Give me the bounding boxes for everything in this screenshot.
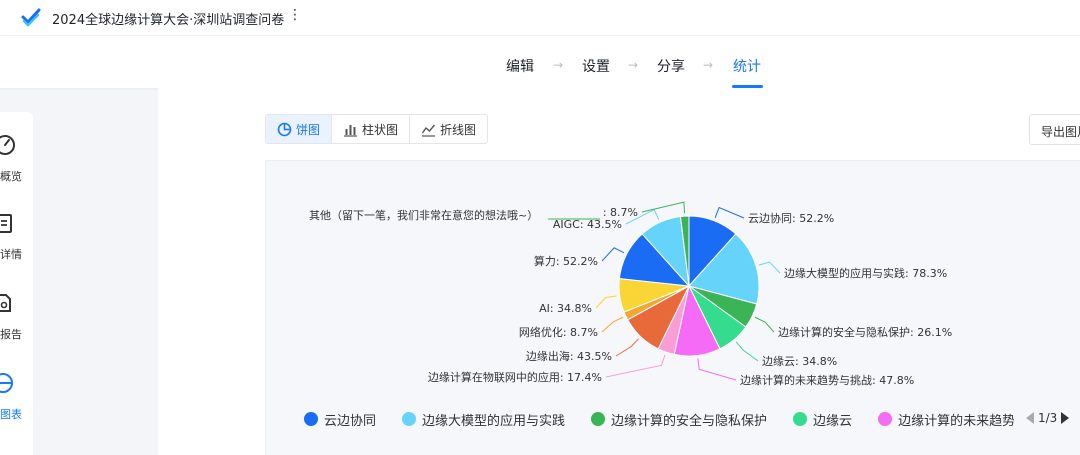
legend-label: 边缘计算的未来趋势与挑战	[898, 413, 1014, 429]
legend-item[interactable]: 边缘计算的未来趋势与挑战	[878, 409, 1014, 429]
pie-data-label: 网络优化: 8.7%	[519, 325, 598, 339]
line-chart-icon	[421, 124, 436, 137]
tab-label: 饼图	[296, 122, 321, 137]
pie-leader-line	[595, 295, 617, 309]
arrow-right-icon: →	[553, 58, 564, 72]
legend-label: 边缘大模型的应用与实践	[422, 413, 566, 429]
legend-marker	[878, 412, 893, 426]
sidebar-item-label: 报告	[0, 328, 22, 341]
legend-item[interactable]: 边缘计算的安全与隐私保护	[591, 409, 767, 429]
pie-data-label: AIGC: 43.5%	[553, 218, 622, 231]
legend-pager: 1/3	[1026, 411, 1070, 425]
pie-data-label: 边缘计算的未来趋势与挑战: 47.8%	[740, 373, 914, 387]
app-header: 2024全球边缘计算大会·深圳站调查问卷 ⋮	[0, 0, 1080, 36]
pie-leader-line	[758, 261, 781, 274]
sidebar: 概览 详情 报告 图表	[0, 112, 33, 455]
arrow-right-icon: →	[628, 58, 639, 72]
legend-label: 云边协同	[324, 413, 377, 429]
pie-data-label: 边缘计算在物联网中的应用: 17.4%	[428, 370, 602, 384]
tab-label: 折线图	[440, 122, 477, 137]
tab-label: 柱状图	[362, 122, 399, 137]
legend-next-icon[interactable]	[1061, 412, 1070, 424]
step-nav: 编辑 → 设置 → 分享 → 统计	[0, 36, 1080, 88]
legend-marker	[591, 412, 606, 426]
bar-chart-icon	[344, 124, 358, 137]
chart-type-switch: 饼图 柱状图 折线图	[265, 114, 489, 144]
sidebar-item-details[interactable]: 详情	[0, 212, 33, 264]
chart-icon	[0, 373, 13, 393]
pie-leader-line	[641, 201, 686, 214]
legend-item[interactable]: 边缘云	[793, 409, 852, 429]
legend-marker	[402, 412, 417, 426]
pie-data-label: 边缘大模型的应用与实践: 78.3%	[784, 266, 947, 280]
pie-leader-line	[615, 338, 639, 357]
tab-bar-chart[interactable]: 柱状图	[332, 115, 411, 143]
pie-leader-line	[697, 358, 737, 381]
sidebar-item-label: 详情	[0, 248, 22, 261]
step-edit[interactable]: 编辑	[506, 56, 534, 76]
statistics-panel: 饼图 柱状图 折线图 导出图片 云边协同: 52.2%边缘大模型的应用与实践: …	[158, 88, 1080, 455]
export-image-button[interactable]: 导出图片	[1029, 114, 1080, 145]
pie-data-label: 算力: 52.2%	[534, 254, 598, 268]
legend-marker	[793, 412, 808, 426]
sidebar-item-label: 概览	[0, 170, 22, 183]
pie-data-label: 边缘出海: 43.5%	[526, 349, 612, 363]
sidebar-item-report[interactable]: 报告	[0, 292, 33, 344]
survey-title: 2024全球边缘计算大会·深圳站调查问卷	[52, 13, 285, 28]
legend-label: 边缘计算的安全与隐私保护	[611, 413, 768, 429]
pie-chart: 云边协同: 52.2% 边缘大模型的应用与实践: 78.3% 边缘计算的安全与隐私保…	[309, 201, 952, 387]
pie-icon	[277, 122, 292, 136]
pie-data-label: 其他（留下一笔，我们非常在意您的想法哦~）	[309, 208, 538, 222]
tab-line-chart[interactable]: 折线图	[410, 115, 487, 143]
pie-leader-line	[601, 247, 625, 262]
legend-label: 边缘云	[813, 413, 853, 429]
sidebar-item-overview[interactable]: 概览	[0, 134, 33, 186]
pie-data-label: 边缘计算的安全与隐私保护: 26.1%	[778, 325, 952, 339]
legend-prev-icon[interactable]	[1026, 412, 1034, 424]
tab-pie-chart[interactable]: 饼图	[266, 115, 333, 143]
chart-container: 云边协同: 52.2% 边缘大模型的应用与实践: 78.3% 边缘计算的安全与隐私保…	[265, 160, 1080, 455]
legend-marker	[304, 412, 318, 426]
pie-data-label: 云边协同: 52.2%	[748, 211, 834, 225]
report-icon	[0, 294, 11, 312]
chart-legend: 云边协同 边缘大模型的应用与实践 边缘计算的安全与隐私保护 边缘云 边缘计算的未来趋势与…	[304, 409, 1014, 429]
pie-data-label: AI: 34.8%	[539, 302, 592, 315]
pie-data-label: 边缘云: 34.8%	[762, 355, 837, 368]
pie-leader-line	[735, 341, 759, 362]
dashboard-icon	[0, 135, 15, 155]
pie-data-label: : 8.7%	[603, 206, 638, 219]
pie-leader-line	[714, 206, 745, 219]
sidebar-item-label: 图表	[0, 408, 22, 421]
more-vertical-icon[interactable]: ⋮	[288, 7, 302, 23]
legend-item[interactable]: 云边协同	[304, 409, 376, 429]
legend-page-indicator: 1/3	[1038, 411, 1058, 425]
clipboard-icon	[0, 214, 12, 233]
arrow-right-icon: →	[703, 58, 714, 72]
step-statistics[interactable]: 统计	[733, 56, 761, 76]
step-settings[interactable]: 设置	[582, 56, 610, 76]
pie-leader-line	[754, 316, 775, 333]
legend-item[interactable]: 边缘大模型的应用与实践	[402, 409, 565, 429]
pie-leader-line	[605, 354, 666, 378]
pie-leader-line	[601, 316, 624, 333]
app-logo-icon	[21, 8, 41, 27]
step-share[interactable]: 分享	[657, 56, 685, 76]
sidebar-item-chart[interactable]: 图表	[0, 372, 33, 424]
